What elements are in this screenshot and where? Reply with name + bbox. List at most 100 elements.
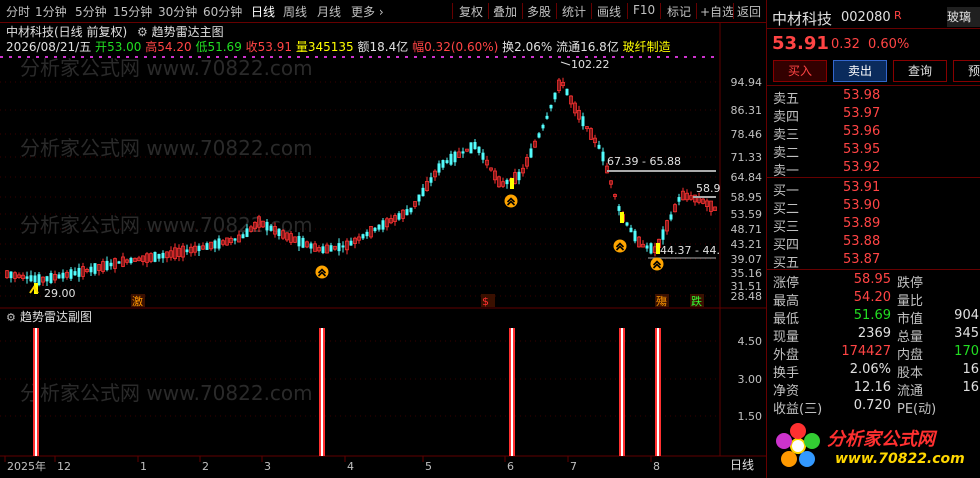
event-tag[interactable]: $ <box>482 295 489 308</box>
candle-body <box>445 160 449 163</box>
range-label: 44.37 - 44. <box>660 244 720 257</box>
bids-level-3[interactable]: 买三 53.89 <box>773 216 979 235</box>
date-tick-label: 6 <box>507 460 514 473</box>
stat-value: 58.95 <box>853 272 891 287</box>
stat-value: 2369 <box>857 326 891 341</box>
candle-body <box>233 238 237 241</box>
query-button[interactable]: 查询 <box>893 60 947 82</box>
candle-body <box>529 148 533 158</box>
asks-label: 卖二 <box>773 146 800 161</box>
asks-level-3[interactable]: 卖三 53.96 <box>773 124 979 143</box>
candle-body <box>33 275 37 283</box>
buy-button[interactable]: 买入 <box>773 60 827 82</box>
bids-price: 53.89 <box>843 216 881 231</box>
preview-button[interactable]: 预 <box>953 60 980 82</box>
candle-body <box>373 227 377 232</box>
divider <box>767 28 980 29</box>
asks-level-4[interactable]: 卖二 53.95 <box>773 142 979 161</box>
signal-histogram-bar-core <box>511 328 513 456</box>
candle-body <box>105 260 109 271</box>
price-tick-label: 53.59 <box>731 208 763 221</box>
candle-body <box>669 214 673 220</box>
candle-body <box>397 213 401 220</box>
sell-button[interactable]: 卖出 <box>833 60 887 82</box>
period-label[interactable]: 日线 <box>730 458 754 472</box>
stats-row: 换手 2.06% 股本 16 <box>773 362 979 381</box>
candle-body <box>601 151 605 162</box>
sector-tab[interactable]: 玻璃 <box>947 7 980 27</box>
asks-price: 53.96 <box>843 124 881 139</box>
candle-body <box>409 207 413 213</box>
current-price: 53.91 <box>772 33 829 54</box>
event-tag[interactable]: 殤 <box>656 294 667 308</box>
asks-level-5[interactable]: 卖一 53.92 <box>773 160 979 179</box>
stat-value: 16 <box>962 380 979 395</box>
kline-chart[interactable]: 分析家公式网 www.70822.com 分析家公式网 www.70822.com… <box>0 0 766 478</box>
bids-level-5[interactable]: 买五 53.87 <box>773 252 979 271</box>
candle-body <box>297 236 301 247</box>
candle-body <box>405 209 409 216</box>
date-tick-label: 4 <box>347 460 354 473</box>
candle-body <box>197 245 201 252</box>
candle-body <box>549 104 553 109</box>
sub-indicator-gear-icon[interactable]: ⚙ <box>6 311 16 324</box>
price-tick-label: 86.31 <box>731 104 763 117</box>
low-price-label: 29.00 <box>44 287 76 300</box>
divider <box>767 269 980 270</box>
date-tick-label: 1 <box>140 460 147 473</box>
stat-value: 54.20 <box>853 290 891 305</box>
candle-body <box>337 243 341 252</box>
signal-bar <box>656 243 660 254</box>
asks-price: 53.97 <box>843 106 881 121</box>
price-tick-label: 94.94 <box>731 76 763 89</box>
candle-body <box>93 263 97 274</box>
bids-price: 53.87 <box>843 252 881 267</box>
candle-body <box>341 245 345 248</box>
signal-histogram-bar-core <box>321 328 323 456</box>
stat-label: 量比 <box>897 294 924 309</box>
candle-body <box>649 243 653 254</box>
bids-level-4[interactable]: 买四 53.88 <box>773 234 979 253</box>
stat-label: 内盘 <box>897 348 924 363</box>
bids-level-1[interactable]: 买一 53.91 <box>773 180 979 199</box>
sub-indicator-name[interactable]: 趋势雷达副图 <box>20 310 92 324</box>
stat-label: 市值 <box>897 312 924 327</box>
candle-body <box>25 276 29 279</box>
stats-row: 外盘 174427 内盘 170 <box>773 344 979 363</box>
event-tag[interactable]: 激 <box>132 294 143 308</box>
candle-body <box>117 261 121 264</box>
candle-body <box>473 142 477 150</box>
bids-level-2[interactable]: 买二 53.90 <box>773 198 979 217</box>
event-tag[interactable]: 跌 <box>691 294 702 308</box>
bids-price: 53.91 <box>843 180 881 195</box>
candle-body <box>365 231 369 237</box>
asks-level-1[interactable]: 卖五 53.98 <box>773 88 979 107</box>
candle-body <box>161 252 165 259</box>
candle-body <box>553 92 557 100</box>
stat-label: 现量 <box>773 330 800 345</box>
divider <box>767 177 980 178</box>
candle-body <box>417 194 421 202</box>
date-tick-label: 12 <box>57 460 71 473</box>
brand-banner: 分析家公式网 www.70822.com <box>767 415 980 478</box>
candle-body <box>329 245 333 252</box>
candle-body <box>77 267 81 277</box>
stat-label: 净资 <box>773 384 800 399</box>
candle-body <box>73 271 77 276</box>
stat-label: 涨停 <box>773 276 800 291</box>
signal-histogram-bar-core <box>621 328 623 456</box>
asks-price: 53.95 <box>843 142 881 157</box>
bids-price: 53.90 <box>843 198 881 213</box>
stat-label: 跌停 <box>897 276 924 291</box>
candle-body <box>129 257 133 264</box>
candle-body <box>241 234 245 239</box>
bids-label: 买二 <box>773 202 800 217</box>
candle-body <box>45 276 49 282</box>
sub-tick-label: 3.00 <box>738 373 763 386</box>
asks-level-2[interactable]: 卖四 53.97 <box>773 106 979 125</box>
stat-label: 股本 <box>897 366 924 381</box>
candle-body <box>437 163 441 173</box>
candle-body <box>349 240 353 246</box>
candle-body <box>545 115 549 119</box>
candle-body <box>517 171 521 181</box>
